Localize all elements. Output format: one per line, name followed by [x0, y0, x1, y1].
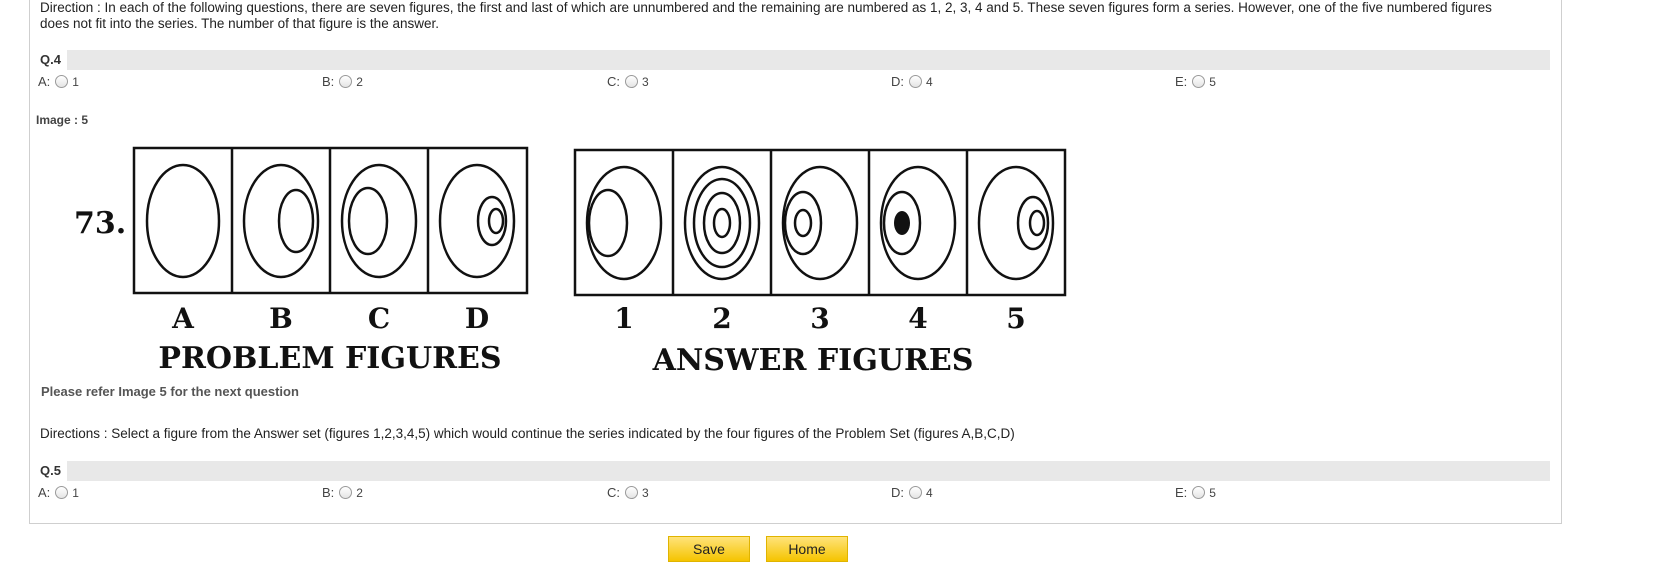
- label-d: D: [465, 302, 489, 335]
- q4-option-e[interactable]: E: 5: [1175, 74, 1216, 90]
- q4-option-b[interactable]: B: 2: [322, 74, 363, 90]
- radio-button[interactable]: [55, 486, 69, 499]
- answer-figures-caption: ANSWER FIGURES: [652, 343, 974, 378]
- q5-option-d[interactable]: D: 4: [891, 485, 933, 501]
- option-letter: B:: [322, 74, 335, 89]
- option-letter: A:: [38, 74, 51, 89]
- option-letter: A:: [38, 485, 51, 500]
- option-value: 2: [356, 486, 363, 500]
- refer-text: Please refer Image 5 for the next questi…: [41, 384, 299, 399]
- question-5-label: Q.5: [40, 461, 67, 481]
- option-letter: D:: [891, 74, 904, 89]
- problem-figures-caption: PROBLEM FIGURES: [158, 341, 501, 376]
- q4-option-a[interactable]: A: 1: [38, 74, 79, 90]
- radio-button[interactable]: [909, 75, 922, 88]
- option-value: 3: [642, 75, 649, 89]
- radio-button[interactable]: [625, 486, 638, 499]
- option-value: 5: [1209, 486, 1216, 500]
- q5-option-c[interactable]: C: 3: [607, 485, 649, 501]
- option-value: 5: [1209, 75, 1216, 89]
- radio-button[interactable]: [909, 486, 922, 499]
- radio-button[interactable]: [339, 486, 353, 499]
- series-figure-image: 73. A B C D 1 2 3 4 5 PROBLEM FIGURES AN…: [68, 128, 1068, 383]
- q5-option-b[interactable]: B: 2: [322, 485, 363, 501]
- filled-dot: [894, 211, 910, 235]
- radio-button[interactable]: [625, 75, 638, 88]
- radio-button[interactable]: [339, 75, 353, 88]
- radio-button[interactable]: [1192, 75, 1206, 88]
- answer-figures: [573, 148, 1067, 297]
- option-letter: B:: [322, 485, 335, 500]
- figure-a-circle: [145, 163, 221, 279]
- question-4-label: Q.4: [40, 50, 67, 70]
- problem-figures: [132, 146, 529, 295]
- home-button[interactable]: Home: [766, 536, 848, 562]
- label-3: 3: [810, 302, 829, 335]
- figure-labels: A B C D 1 2 3 4 5: [171, 302, 1026, 335]
- q5-option-e[interactable]: E: 5: [1175, 485, 1216, 501]
- radio-button[interactable]: [55, 75, 69, 88]
- option-value: 3: [642, 486, 649, 500]
- option-letter: E:: [1175, 485, 1188, 500]
- label-c: C: [368, 302, 390, 335]
- option-letter: D:: [891, 485, 904, 500]
- option-value: 2: [356, 75, 363, 89]
- label-2: 2: [712, 302, 731, 335]
- option-letter: E:: [1175, 74, 1188, 89]
- label-a: A: [171, 302, 195, 335]
- option-letter: C:: [607, 485, 620, 500]
- label-b: B: [269, 302, 293, 335]
- q5-option-a[interactable]: A: 1: [38, 485, 79, 501]
- option-letter: C:: [607, 74, 620, 89]
- option-value: 1: [72, 486, 79, 500]
- question-5-bar: Q.5: [40, 461, 1550, 481]
- save-button[interactable]: Save: [668, 536, 750, 562]
- directions-text: Directions : Select a figure from the An…: [40, 426, 1015, 441]
- label-4: 4: [908, 302, 927, 335]
- label-5: 5: [1006, 302, 1025, 335]
- direction-text: Direction : In each of the following que…: [40, 0, 1492, 31]
- q4-option-d[interactable]: D: 4: [891, 74, 933, 90]
- image-label: Image : 5: [36, 113, 89, 127]
- question-4-bar: Q.4: [40, 50, 1550, 70]
- question-number: 73.: [74, 206, 126, 241]
- option-value: 4: [926, 486, 933, 500]
- label-1: 1: [614, 302, 633, 335]
- q4-option-c[interactable]: C: 3: [607, 74, 649, 90]
- figure-drawing: 73. A B C D 1 2 3 4 5 PROBLEM FIGURES AN…: [74, 146, 1067, 378]
- radio-button[interactable]: [1192, 486, 1206, 499]
- option-value: 1: [72, 75, 79, 89]
- option-value: 4: [926, 75, 933, 89]
- question-panel: Direction : In each of the following que…: [29, 0, 1562, 524]
